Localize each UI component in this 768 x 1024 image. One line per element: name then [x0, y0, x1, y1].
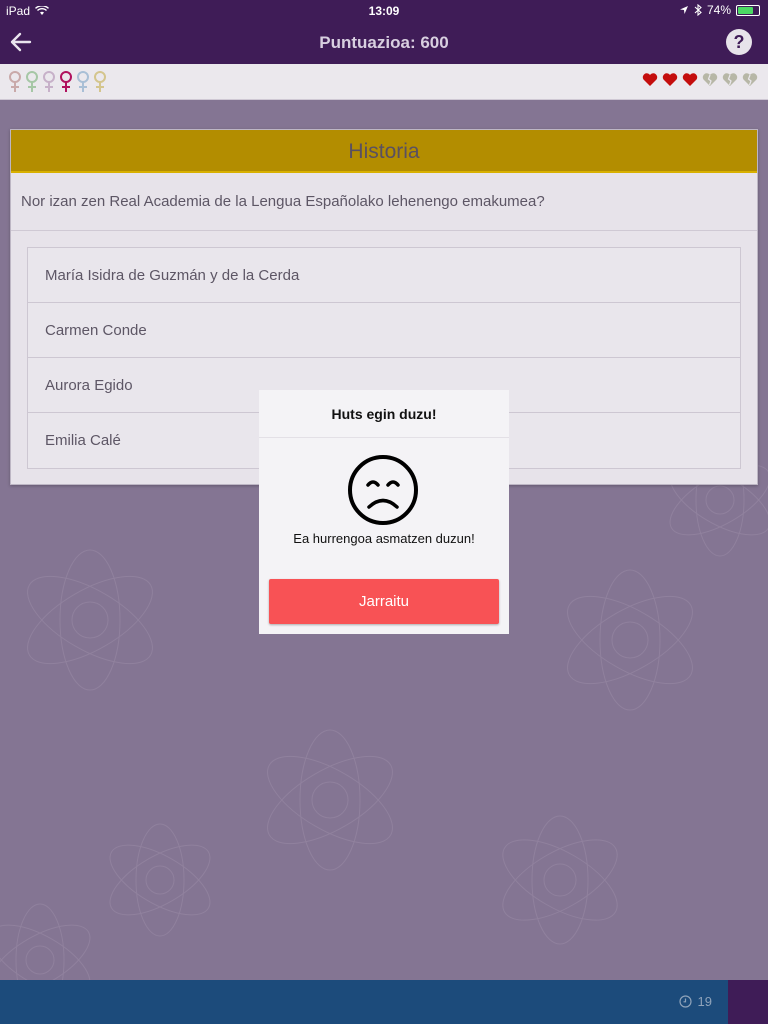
sad-face-icon [348, 455, 418, 525]
battery-fill [738, 6, 753, 14]
heart-full-icon [662, 73, 678, 86]
continue-button[interactable]: Jarraitu [269, 579, 499, 624]
dialog-title: Huts egin duzu! [259, 390, 509, 438]
answer-option-2[interactable]: Carmen Conde [28, 303, 740, 358]
battery-icon [736, 4, 760, 16]
female-symbol-icon [9, 71, 21, 92]
lives-hearts [642, 72, 758, 87]
status-right: 74% [679, 3, 760, 17]
progress-strip [0, 64, 768, 100]
score-title: Puntuazioa: 600 [319, 33, 449, 52]
answer-option-1[interactable]: María Isidra de Guzmán y de la Cerda [28, 248, 740, 303]
timer-value: 19 [697, 994, 712, 1009]
location-arrow-icon [679, 6, 688, 14]
top-bar: iPad 13:09 74% Puntuazioa: 600 ? [0, 0, 768, 64]
category-header: Historia [11, 130, 757, 173]
heart-broken-icon [722, 73, 738, 86]
heart-full-icon [642, 73, 658, 86]
bluetooth-icon [694, 4, 702, 16]
bottom-accent [728, 980, 768, 1024]
female-symbol-icon [43, 71, 55, 92]
status-bar: iPad 13:09 74% [0, 0, 768, 20]
wrong-answer-dialog: Huts egin duzu! Ea hurrengoa asmatzen du… [259, 390, 509, 634]
question-text: Nor izan zen Real Academia de la Lengua … [11, 173, 757, 231]
timer: 19 [678, 994, 712, 1009]
female-symbol-icon [60, 71, 72, 92]
category-symbols [8, 70, 107, 94]
heart-full-icon [682, 73, 698, 86]
battery-percent: 74% [706, 3, 731, 17]
help-button[interactable]: ? [726, 29, 752, 55]
heart-broken-icon [742, 73, 758, 86]
female-symbol-icon [26, 71, 38, 92]
heart-broken-icon [702, 73, 718, 86]
female-symbol-icon [94, 71, 106, 92]
status-time: 13:09 [368, 4, 400, 18]
dialog-message: Ea hurrengoa asmatzen duzun! [293, 531, 475, 546]
clock-icon [678, 995, 692, 1008]
bottom-bar: 19 [0, 980, 768, 1024]
female-symbol-icon [77, 71, 89, 92]
